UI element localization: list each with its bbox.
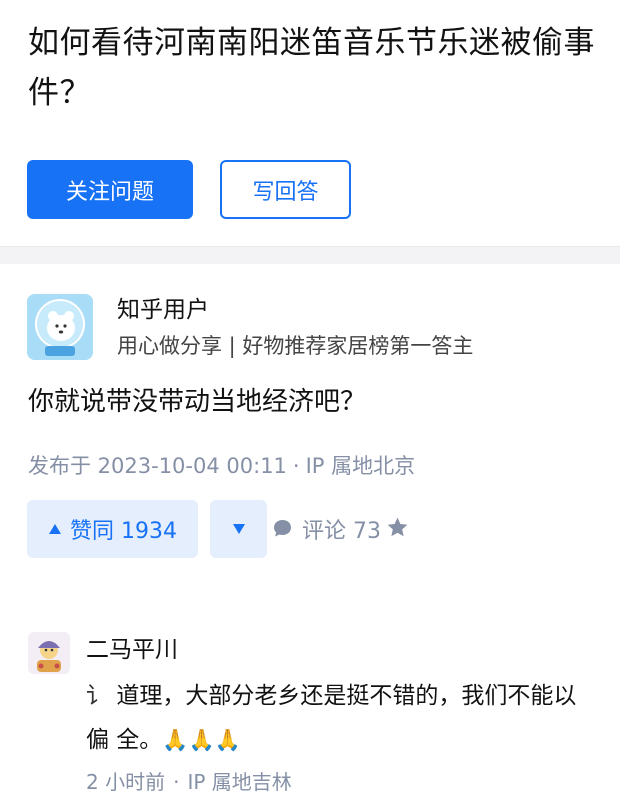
meta-separator: ·: [292, 454, 300, 478]
comment-meta: 2 小时前 · IP 属地吉林: [86, 766, 292, 795]
author-name[interactable]: 知乎用户: [117, 290, 209, 324]
commenter-avatar[interactable]: [28, 632, 70, 674]
answer-meta: 发布于 2023-10-04 00:11 · IP 属地北京: [28, 450, 415, 480]
comment-ip-location: IP 属地吉林: [187, 770, 292, 794]
star-icon[interactable]: [385, 515, 410, 540]
follow-question-button[interactable]: 关注问题: [27, 160, 193, 219]
publish-time: 发布于 2023-10-04 00:11: [28, 454, 287, 478]
comment-text: 道理，大部分老乡还是挺不错的，我们不能以偏 全。: [86, 683, 577, 753]
question-header: 如何看待河南南阳迷笛音乐节乐迷被偷事件？ 关注问题 写回答: [0, 0, 620, 246]
pray-emoji: 🙏🙏🙏: [162, 728, 241, 752]
commenter-name[interactable]: 二马平川: [86, 630, 178, 664]
comment-content: 讠 道理，大部分老乡还是挺不错的，我们不能以偏 全。🙏🙏🙏: [86, 674, 596, 762]
comment-time: 2 小时前: [86, 770, 166, 794]
triangle-down-icon: [232, 524, 245, 534]
author-bio: 用心做分享 | 好物推荐家居榜第一答主: [117, 334, 474, 358]
vote-up-button[interactable]: 赞同 1934: [27, 500, 198, 558]
question-title: 如何看待河南南阳迷笛音乐节乐迷被偷事件？: [28, 25, 595, 111]
comment-count[interactable]: 评论 73: [302, 513, 381, 545]
comment-prefix: 讠: [86, 683, 109, 709]
vote-up-label: 赞同 1934: [70, 519, 177, 544]
write-answer-button[interactable]: 写回答: [220, 160, 351, 219]
answer-content: 你就说带没带动当地经济吧？: [28, 387, 367, 417]
comment-bubble-icon[interactable]: [272, 518, 293, 539]
author-avatar[interactable]: [27, 294, 93, 360]
section-divider: [0, 246, 620, 264]
ip-location: IP 属地北京: [305, 454, 416, 478]
comment-meta-separator: ·: [173, 770, 180, 794]
vote-down-button[interactable]: [210, 500, 267, 558]
triangle-up-icon: [49, 524, 61, 534]
